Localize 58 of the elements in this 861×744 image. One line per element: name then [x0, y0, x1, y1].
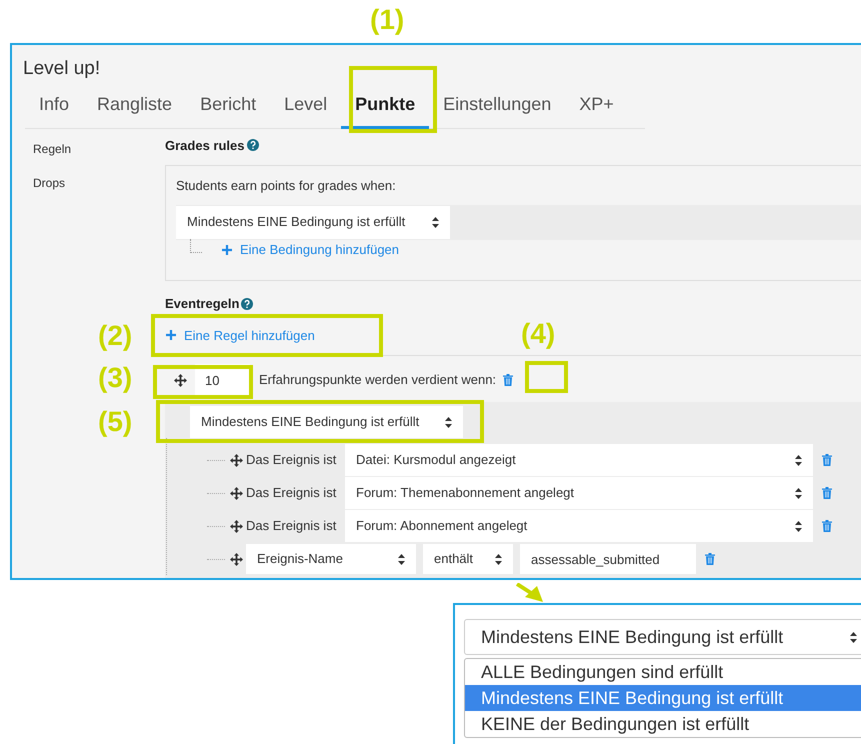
condition-label: Das Ereignis ist: [246, 451, 338, 470]
page-title: Level up!: [23, 57, 102, 81]
tab[interactable]: Info: [25, 88, 84, 128]
move-icon: [230, 552, 243, 566]
move-icon: [230, 454, 243, 466]
tab[interactable]: Einstellungen: [429, 88, 566, 128]
caret-icon: [432, 216, 439, 228]
caret-icon: [795, 488, 802, 498]
condition-label: Das Ereignis ist: [246, 517, 338, 536]
sidebar-item[interactable]: Drops: [33, 174, 165, 192]
rule-text: Erfahrungspunkte werden verdient wenn:: [259, 371, 496, 390]
section-heading: Grades rules: [165, 136, 244, 154]
dropdown-option[interactable]: KEINE der Bedingungen ist erfüllt: [465, 711, 861, 737]
sidebar-item[interactable]: Regeln: [33, 140, 165, 158]
caret-icon: [445, 416, 452, 428]
dropdown[interactable]: Ereignis-Name: [246, 544, 416, 574]
dropdown-option[interactable]: ALLE Bedingungen sind erfüllt: [465, 659, 861, 685]
tab[interactable]: Punkte: [341, 88, 430, 128]
move-icon: [174, 374, 186, 386]
annotation-label: (5): [98, 408, 132, 436]
dropdown[interactable]: Datei: Kursmodul angezeigt: [345, 444, 813, 476]
caret-icon: [850, 632, 857, 642]
trash-icon: [822, 520, 832, 532]
help-icon: [246, 139, 258, 152]
dropdown[interactable]: Forum: Abonnement angelegt: [345, 510, 813, 542]
move-icon: [230, 520, 243, 532]
tab[interactable]: Bericht: [186, 88, 270, 128]
caret-icon: [795, 454, 802, 466]
dropdown[interactable]: Mindestens EINE Bedingung ist erfüllt: [190, 406, 463, 438]
annotation-label: (4): [521, 320, 556, 348]
card-text: Students earn points for grades when:: [176, 177, 396, 195]
tab[interactable]: Level: [270, 88, 342, 128]
trash-icon: [822, 454, 832, 466]
caret-icon: [495, 554, 502, 564]
dropdown[interactable]: enthält: [423, 544, 513, 574]
dropdown[interactable]: Mindestens EINE Bedingung ist erfüllt: [464, 619, 861, 655]
condition-label: Das Ereignis ist: [246, 484, 338, 502]
trash-icon: [503, 374, 514, 386]
dropdown-option[interactable]: Mindestens EINE Bedingung ist erfüllt: [465, 685, 861, 711]
help-icon: [241, 298, 254, 310]
move-icon: [230, 486, 243, 500]
plus-icon: [166, 330, 176, 340]
section-heading: Eventregeln: [165, 295, 240, 313]
caret-icon: [795, 520, 802, 532]
trash-icon: [822, 487, 832, 499]
dropdown[interactable]: Mindestens EINE Bedingung ist erfüllt: [176, 206, 450, 238]
caret-icon: [398, 554, 405, 564]
dropdown[interactable]: Forum: Themenabonnement angelegt: [345, 477, 813, 509]
trash-icon: [705, 553, 715, 565]
highlight-frame: [525, 361, 568, 393]
plus-icon: [222, 244, 232, 255]
pointer-arrow: [516, 583, 543, 602]
tab[interactable]: XP+: [565, 88, 628, 128]
annotation-label: (2): [98, 322, 132, 350]
annotation-label: (1): [370, 6, 404, 34]
value-input[interactable]: assessable_submitted: [520, 544, 696, 574]
tab[interactable]: Rangliste: [83, 88, 186, 128]
annotation-label: (3): [98, 364, 132, 392]
